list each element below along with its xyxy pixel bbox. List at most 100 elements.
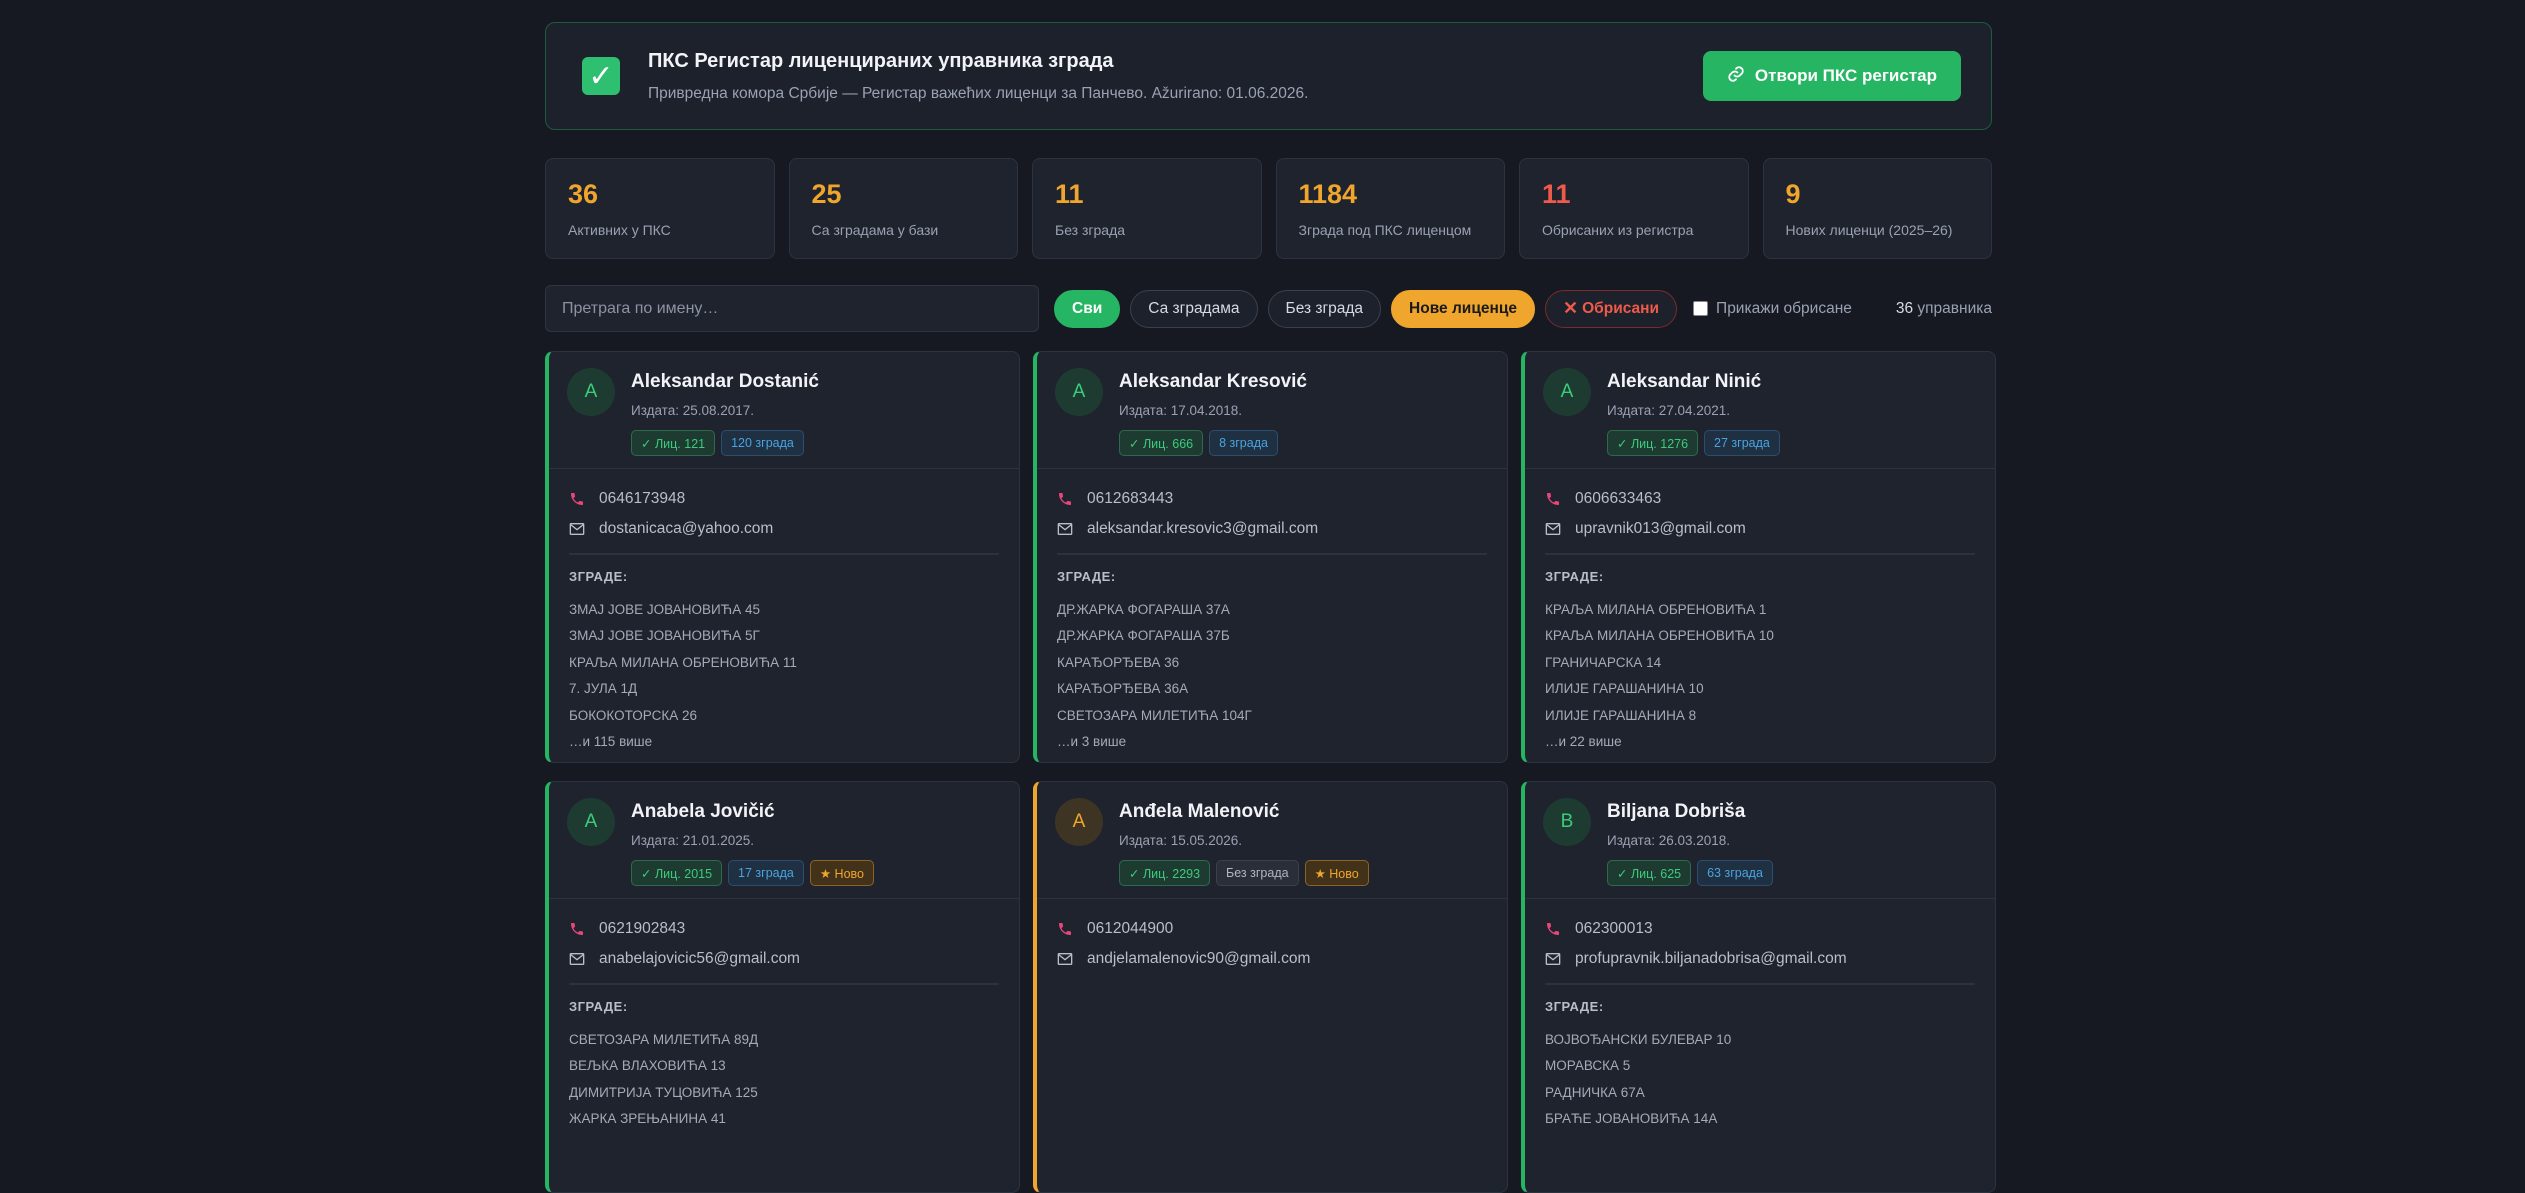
email-link[interactable]: profupravnik.biljanadobrisa@gmail.com xyxy=(1575,950,1847,968)
filter-deleted-label: Обрисани xyxy=(1582,299,1660,317)
badges-row: ✓ Лиц. 625 63 зграда xyxy=(1607,860,1773,886)
filter-with-buildings-button[interactable]: Са зградама xyxy=(1130,289,1258,328)
stat-value: 36 xyxy=(568,179,599,209)
contacts: 0612044900 andjelamalenovic90@gmail.com xyxy=(1037,899,1507,974)
phone-icon xyxy=(1057,491,1087,507)
building-item: РАДНИЧКА 67А xyxy=(1545,1084,1645,1100)
manager-card[interactable]: B Biljana Dobriša Издата: 26.03.2018. ✓ … xyxy=(1521,781,1996,1193)
mail-icon xyxy=(1057,952,1087,966)
license-badge: ✓ Лиц. 666 xyxy=(1119,430,1204,456)
email-link[interactable]: dostanicaca@yahoo.com xyxy=(599,520,773,538)
more-buildings[interactable]: …и 3 више xyxy=(1057,729,1487,756)
managers-count-number: 36 xyxy=(1895,299,1914,317)
search-input[interactable] xyxy=(545,285,1039,332)
contacts: 0612683443 aleksandar.kresovic3@gmail.co… xyxy=(1037,469,1507,544)
stat-value: 9 xyxy=(1785,179,1801,209)
building-item: ВОЈВОЂАНСКИ БУЛЕВАР 10 xyxy=(1545,1031,1732,1047)
stat-card: 1184 Зграда под ПКС лиценцом xyxy=(1275,158,1505,259)
license-issued-date: Издата: 17.04.2018. xyxy=(1119,403,1243,418)
badges-row: ✓ Лиц. 666 8 зграда xyxy=(1119,430,1307,456)
stat-label: Обрисаних из регистра xyxy=(1542,222,1694,238)
phone-link[interactable]: 0612683443 xyxy=(1087,490,1173,508)
filter-new-licenses-button[interactable]: Нове лиценце xyxy=(1391,289,1535,328)
stat-card: 9 Нових лиценци (2025–26) xyxy=(1762,158,1992,259)
phone-icon xyxy=(1057,921,1087,937)
filter-deleted-button[interactable]: ✕ Обрисани xyxy=(1545,289,1678,328)
building-item: ДР.ЖАРКА ФОГАРАША 37А xyxy=(1057,601,1230,617)
card-header-info: Anabela Jovičić Издата: 21.01.2025. ✓ Ли… xyxy=(631,798,874,898)
buildings-section: ЗГРАДЕ: СВЕТОЗАРА МИЛЕТИЋА 89Д ВЕЉКА ВЛАХО… xyxy=(549,985,1019,1133)
show-deleted-checkbox[interactable] xyxy=(1693,301,1709,316)
open-pks-register-button[interactable]: Отвори ПКС регистар xyxy=(1702,51,1961,101)
phone-link[interactable]: 0621902843 xyxy=(599,920,685,938)
more-buildings[interactable]: …и 22 више xyxy=(1545,729,1975,756)
phone-row: 0612044900 xyxy=(1057,914,1487,944)
card-header-info: Aleksandar Dostanić Издата: 25.08.2017. … xyxy=(631,368,819,468)
manager-card[interactable]: A Aleksandar Kresović Издата: 17.04.2018… xyxy=(1033,351,1508,763)
banner-text: ПКС Регистар лиценцираних управника згра… xyxy=(648,50,1703,103)
filter-all-button[interactable]: Сви xyxy=(1054,289,1121,328)
stat-label: Без зграда xyxy=(1055,222,1126,238)
buildings-heading: ЗГРАДЕ: xyxy=(1057,568,1116,584)
building-item: 7. ЈУЛА 1Д xyxy=(569,681,638,697)
badges-row: ✓ Лиц. 1276 27 зграда xyxy=(1607,430,1780,456)
manager-card[interactable]: A Aleksandar Dostanić Издата: 25.08.2017… xyxy=(545,351,1020,763)
email-link[interactable]: andjelamalenovic90@gmail.com xyxy=(1087,950,1310,968)
manager-card[interactable]: A Anabela Jovičić Издата: 21.01.2025. ✓ … xyxy=(545,781,1020,1193)
buildings-section: ЗГРАДЕ: ДР.ЖАРКА ФОГАРАША 37А ДР.ЖАРКА ФОГ… xyxy=(1037,555,1507,757)
building-item: ДР.ЖАРКА ФОГАРАША 37Б xyxy=(1057,628,1230,644)
email-link[interactable]: upravnik013@gmail.com xyxy=(1575,520,1746,538)
email-link[interactable]: anabelajovicic56@gmail.com xyxy=(599,950,800,968)
buildings-heading: ЗГРАДЕ: xyxy=(569,568,628,584)
email-row: profupravnik.biljanadobrisa@gmail.com xyxy=(1545,944,1975,974)
phone-link[interactable]: 0646173948 xyxy=(599,490,685,508)
building-item: КРАЉА МИЛАНА ОБРЕНОВИЋА 10 xyxy=(1545,628,1774,644)
mail-icon xyxy=(1057,522,1087,536)
buildings-count-badge: 8 зграда xyxy=(1209,430,1278,456)
avatar: A xyxy=(1055,798,1103,846)
building-item: ИЛИЈЕ ГАРАШАНИНА 8 xyxy=(1545,707,1697,723)
more-buildings[interactable]: …и 115 више xyxy=(569,729,999,756)
email-row: andjelamalenovic90@gmail.com xyxy=(1057,944,1487,974)
email-row: aleksandar.kresovic3@gmail.com xyxy=(1057,514,1487,544)
license-badge: ✓ Лиц. 2015 xyxy=(631,860,723,886)
page-container: ✓ ПКС Регистар лиценцираних управника зг… xyxy=(545,22,1996,1193)
badges-row: ✓ Лиц. 2293 Без зграда ★ Ново xyxy=(1119,860,1369,886)
license-badge: ✓ Лиц. 1276 xyxy=(1607,430,1699,456)
show-deleted-toggle[interactable]: Прикажи обрисане xyxy=(1693,300,1852,318)
stat-value: 11 xyxy=(1542,179,1571,209)
contacts: 0646173948 dostanicaca@yahoo.com xyxy=(549,469,1019,544)
building-item: СВЕТОЗАРА МИЛЕТИЋА 89Д xyxy=(569,1031,759,1047)
buildings-heading: ЗГРАДЕ: xyxy=(569,998,628,1014)
no-buildings-badge: Без зграда xyxy=(1216,860,1299,886)
check-icon: ✓ xyxy=(582,57,620,95)
avatar: A xyxy=(567,798,615,846)
buildings-count-badge: 120 зграда xyxy=(721,430,804,456)
buildings-section: ЗГРАДЕ: ЗМАЈ ЈОВЕ ЈОВАНОВИЋА 45 ЗМАЈ ЈОВЕ … xyxy=(549,555,1019,757)
phone-link[interactable]: 062300013 xyxy=(1575,920,1653,938)
manager-name: Anđela Malenović xyxy=(1119,801,1280,822)
building-item: КАРАЂОРЂЕВА 36А xyxy=(1057,681,1189,697)
phone-icon xyxy=(569,491,599,507)
phone-row: 0621902843 xyxy=(569,914,999,944)
phone-link[interactable]: 0606633463 xyxy=(1575,490,1661,508)
card-header: A Anabela Jovičić Издата: 21.01.2025. ✓ … xyxy=(549,782,1019,899)
phone-link[interactable]: 0612044900 xyxy=(1087,920,1173,938)
avatar: B xyxy=(1543,798,1591,846)
filter-bar: Сви Са зградама Без зграда Нове лиценце … xyxy=(545,285,1992,332)
manager-card[interactable]: A Aleksandar Ninić Издата: 27.04.2021. ✓… xyxy=(1521,351,1996,763)
open-pks-register-label: Отвори ПКС регистар xyxy=(1754,66,1937,85)
license-issued-date: Издата: 15.05.2026. xyxy=(1119,833,1243,848)
filter-without-buildings-button[interactable]: Без зграда xyxy=(1267,289,1382,328)
phone-row: 062300013 xyxy=(1545,914,1975,944)
manager-card[interactable]: A Anđela Malenović Издата: 15.05.2026. ✓… xyxy=(1033,781,1508,1193)
stat-value: 11 xyxy=(1055,179,1084,209)
license-badge: ✓ Лиц. 2293 xyxy=(1119,860,1211,886)
card-header-info: Biljana Dobriša Издата: 26.03.2018. ✓ Ли… xyxy=(1607,798,1773,898)
contacts: 0621902843 anabelajovicic56@gmail.com xyxy=(549,899,1019,974)
card-header: A Anđela Malenović Издата: 15.05.2026. ✓… xyxy=(1037,782,1507,899)
stat-card: 25 Са зградама у бази xyxy=(788,158,1018,259)
manager-name: Aleksandar Kresović xyxy=(1119,371,1307,392)
card-header: A Aleksandar Dostanić Издата: 25.08.2017… xyxy=(549,352,1019,469)
email-link[interactable]: aleksandar.kresovic3@gmail.com xyxy=(1087,520,1318,538)
